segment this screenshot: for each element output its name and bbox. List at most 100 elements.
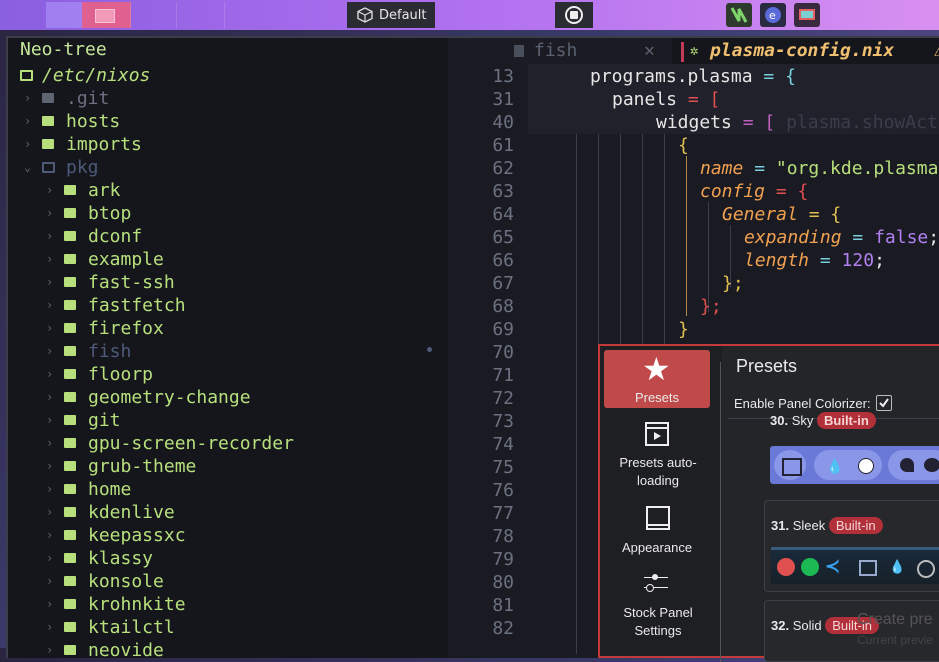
chevron-down-icon[interactable]: ⌄ <box>24 156 31 179</box>
chevron-right-icon[interactable]: › <box>46 501 53 524</box>
chevron-right-icon[interactable]: › <box>46 202 53 225</box>
neovim-icon[interactable] <box>726 3 752 27</box>
chevron-right-icon[interactable]: › <box>46 478 53 501</box>
chevron-right-icon[interactable]: › <box>46 386 53 409</box>
code-line-66[interactable]: length = 120; <box>744 249 885 272</box>
chevron-right-icon[interactable]: › <box>46 317 53 340</box>
tree-item-label: fastfetch <box>88 295 186 316</box>
vscode-icon: ≺ <box>825 556 841 576</box>
folder-icon <box>64 277 76 287</box>
chevron-right-icon[interactable]: › <box>46 547 53 570</box>
chevron-right-icon[interactable]: › <box>46 432 53 455</box>
folder-icon <box>64 415 76 425</box>
code-line-63[interactable]: config = { <box>700 180 808 203</box>
folder-icon <box>64 645 76 655</box>
task-default[interactable]: Default <box>347 2 435 28</box>
chevron-right-icon[interactable]: › <box>46 455 53 478</box>
code-line-64[interactable]: General = { <box>722 203 841 226</box>
code-line-65[interactable]: expanding = false; <box>744 226 939 249</box>
chevron-right-icon[interactable]: › <box>46 179 53 202</box>
code-line-67[interactable]: }; <box>722 272 744 295</box>
code-line-31[interactable]: panels = [ <box>612 88 720 111</box>
line-number: 63 <box>492 181 514 202</box>
tree-item-label: kdenlive <box>88 502 175 523</box>
chevron-right-icon[interactable]: › <box>46 363 53 386</box>
code-line-68[interactable]: }; <box>700 295 722 318</box>
chevron-right-icon[interactable]: › <box>46 409 53 432</box>
nav-presets-autoloading[interactable]: Presets auto-loading <box>604 418 710 490</box>
screen-app-icon[interactable] <box>794 3 820 27</box>
folder-icon <box>64 392 76 402</box>
drop-icon: 💧 <box>826 458 844 474</box>
folder-icon <box>64 323 76 333</box>
play-window-icon <box>645 422 669 446</box>
folder-icon <box>64 346 76 356</box>
folder-icon <box>64 300 76 310</box>
preset-card[interactable]: 31. Sleek Built-in ≺ 💧 <box>764 500 939 592</box>
circle-icon <box>917 560 935 578</box>
desktop-pager-3[interactable] <box>132 2 177 28</box>
code-line-62[interactable]: name = "org.kde.plasma <box>700 157 938 180</box>
tree-item-label: konsole <box>88 571 164 592</box>
code-line-40[interactable]: widgets = [ plasma.showActi <box>656 111 939 134</box>
chevron-right-icon[interactable]: › <box>24 110 31 133</box>
enable-colorizer-checkbox[interactable] <box>876 395 892 411</box>
tab-plasma-config[interactable]: ✲ plasma-config.nix ⚠ 2 <box>676 38 939 87</box>
folder-icon <box>64 622 76 632</box>
bell-icon <box>900 458 914 472</box>
close-icon[interactable]: ✕ <box>644 38 655 64</box>
nav-appearance[interactable]: Appearance <box>604 504 710 556</box>
dialog-sidebar: ★ Presets Presets auto-loading Appearanc… <box>600 346 722 656</box>
tree-item-label: fast-ssh <box>88 272 175 293</box>
preset-preview: 💧 <box>770 446 939 484</box>
line-number: 82 <box>492 618 514 639</box>
chevron-right-icon[interactable]: › <box>24 87 31 110</box>
chevron-right-icon[interactable]: › <box>46 340 53 363</box>
tree-item-label: grub-theme <box>88 456 197 477</box>
line-number: 71 <box>492 365 514 386</box>
chevron-right-icon[interactable]: › <box>46 225 53 248</box>
app-e-icon[interactable]: e <box>760 3 786 27</box>
folder-open-icon <box>42 162 55 173</box>
line-number: 69 <box>492 319 514 340</box>
line-number: 74 <box>492 434 514 455</box>
tree-item-label: example <box>88 249 164 270</box>
chevron-right-icon[interactable]: › <box>46 570 53 593</box>
code-line-69[interactable]: } <box>678 318 689 341</box>
chevron-right-icon[interactable]: › <box>24 133 31 156</box>
preset-preview: ≺ 💧 <box>771 547 939 584</box>
preset-card[interactable]: 30. Sky Built-in 💧 <box>740 412 939 492</box>
nav-stock-panel-settings[interactable]: Stock Panel Settings <box>604 570 710 640</box>
folder-icon <box>64 185 76 195</box>
folder-icon <box>64 369 76 379</box>
editor-tabbar: fish ✕ ✲ plasma-config.nix ⚠ 2 <box>448 38 939 87</box>
circle-icon <box>858 458 874 474</box>
desktop-pager-2[interactable] <box>82 2 131 28</box>
gear-icon: ✲ <box>690 43 699 59</box>
folder-icon <box>42 139 54 149</box>
chevron-right-icon[interactable]: › <box>46 248 53 271</box>
folder-icon <box>64 231 76 241</box>
folder-icon <box>42 116 54 126</box>
chevron-right-icon[interactable]: › <box>46 524 53 547</box>
code-line-13[interactable]: programs.plasma = { <box>590 65 796 88</box>
tab-fish[interactable]: fish ✕ <box>448 38 672 64</box>
chevron-right-icon[interactable]: › <box>46 639 53 662</box>
tree-item-label: keepassxc <box>88 525 186 546</box>
chevron-right-icon[interactable]: › <box>46 294 53 317</box>
chevron-right-icon[interactable]: › <box>46 593 53 616</box>
record-button[interactable] <box>555 2 593 28</box>
folder-icon <box>42 93 54 103</box>
tree-item-label: ark <box>88 180 121 201</box>
preset-card[interactable]: 32. Solid Built-in Create pre Current pr… <box>764 600 939 662</box>
nav-presets[interactable]: ★ Presets <box>604 350 710 408</box>
chevron-right-icon[interactable]: › <box>46 271 53 294</box>
chevron-right-icon[interactable]: › <box>46 616 53 639</box>
desktop-pager-4[interactable] <box>178 2 225 28</box>
window-icon <box>646 506 670 530</box>
sliders-icon <box>644 574 668 592</box>
line-number: 67 <box>492 273 514 294</box>
line-number: 78 <box>492 526 514 547</box>
code-line-61[interactable]: { <box>678 134 689 157</box>
folder-icon <box>64 461 76 471</box>
